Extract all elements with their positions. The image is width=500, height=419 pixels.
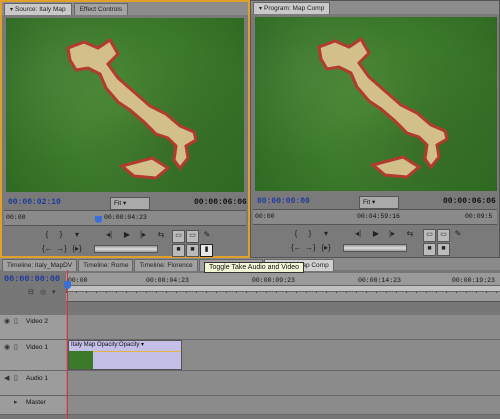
- mark-in-icon[interactable]: {: [42, 230, 52, 240]
- step-back-icon[interactable]: ◂|: [104, 230, 114, 240]
- source-viewer[interactable]: [6, 18, 244, 192]
- marker-icon[interactable]: ▾: [52, 288, 56, 296]
- program-current-timecode[interactable]: 00:00:00:00: [257, 197, 310, 206]
- italy-map-image: [317, 36, 449, 179]
- jog-shuttle[interactable]: [94, 245, 158, 253]
- source-current-timecode[interactable]: 00:00:02:10: [8, 198, 61, 207]
- track-header-video-1[interactable]: ◉ ▯ Video 1: [0, 340, 66, 371]
- source-playhead-marker[interactable]: [95, 216, 102, 223]
- lock-icon[interactable]: ▯: [14, 343, 18, 351]
- track-video-1[interactable]: Italy Map Opacity:Opacity ▾: [66, 340, 500, 371]
- track-name: Video 2: [26, 318, 48, 325]
- goto-out-icon[interactable]: →}: [305, 243, 316, 253]
- lock-icon[interactable]: ▯: [14, 317, 18, 325]
- track-header-master[interactable]: ▸ Master: [0, 396, 66, 415]
- tab-effect-controls[interactable]: Effect Controls: [73, 2, 129, 15]
- track-name: Video 1: [26, 344, 48, 351]
- lock-icon[interactable]: ▯: [14, 374, 18, 382]
- set-sequence-marker-icon[interactable]: ◎: [40, 288, 46, 296]
- play-in-out-icon[interactable]: {▸}: [72, 244, 82, 254]
- clip-thumbnail: [69, 351, 93, 369]
- italy-map-image: [66, 37, 198, 180]
- export-frame-icon[interactable]: ■: [437, 243, 450, 256]
- track-name: Audio 1: [26, 375, 49, 382]
- program-monitor-panel: ▾ Program: Map Comp 00:00:00:00 Fit ▾ 00:…: [250, 0, 500, 258]
- loop-icon[interactable]: ⇆: [156, 230, 166, 240]
- play-icon[interactable]: ▶: [371, 229, 381, 239]
- insert-icon[interactable]: ▭: [172, 230, 185, 243]
- eye-icon[interactable]: ◉: [4, 317, 10, 325]
- track-header-video-2[interactable]: ◉ ▯ Video 2: [0, 315, 66, 340]
- work-area-bar[interactable]: [66, 285, 500, 292]
- tab-timeline-rome[interactable]: Timeline: Rome: [78, 259, 134, 271]
- program-fit-select[interactable]: Fit ▾: [359, 196, 399, 209]
- set-marker-icon[interactable]: ▾: [321, 229, 331, 239]
- program-tabbar: ▾ Program: Map Comp: [251, 1, 499, 14]
- track-header-audio-1[interactable]: ◀ ▯ Audio 1: [0, 371, 66, 396]
- speaker-icon[interactable]: ◀: [4, 374, 9, 382]
- mark-in-icon[interactable]: {: [291, 229, 301, 239]
- playhead-handle[interactable]: [64, 281, 71, 289]
- step-forward-icon[interactable]: |▸: [138, 230, 148, 240]
- program-viewer[interactable]: [255, 17, 497, 191]
- track-video-2[interactable]: [66, 315, 500, 340]
- track-name: Master: [26, 399, 46, 406]
- loop-icon[interactable]: ⇆: [405, 229, 415, 239]
- source-tabbar: ▾ Source: Italy Map Effect Controls: [2, 2, 248, 15]
- tooltip: Toggle Take Audio and Video: [204, 262, 305, 273]
- overlay-clip-icon[interactable]: ■: [186, 244, 199, 257]
- mark-out-icon[interactable]: }: [56, 230, 66, 240]
- source-duration-timecode: 00:00:06:06: [194, 198, 247, 207]
- tab-source-italy-map[interactable]: ▾ Source: Italy Map: [4, 2, 72, 15]
- overlay-icon[interactable]: ▭: [186, 230, 199, 243]
- set-marker-icon[interactable]: ▾: [72, 230, 82, 240]
- tab-menu-icon[interactable]: ▾: [10, 7, 13, 13]
- toggle-take-audio-video-icon[interactable]: ▮: [200, 244, 213, 257]
- timeline-playhead[interactable]: [67, 270, 68, 419]
- mark-out-icon[interactable]: }: [305, 229, 315, 239]
- tab-menu-icon[interactable]: ▾: [259, 6, 262, 12]
- tab-program-map-comp[interactable]: ▾ Program: Map Comp: [253, 1, 331, 14]
- step-forward-icon[interactable]: |▸: [387, 229, 397, 239]
- timeline-timecode[interactable]: 00:00:00:00: [4, 274, 60, 284]
- snap-icon[interactable]: ⊟: [28, 288, 34, 296]
- track-audio-1[interactable]: [66, 371, 500, 396]
- trim-icon[interactable]: ■: [423, 243, 436, 256]
- tab-timeline-florence[interactable]: Timeline: Florence: [134, 259, 198, 271]
- insert-clip-icon[interactable]: ■: [172, 244, 185, 257]
- track-master[interactable]: [66, 396, 500, 415]
- eye-icon[interactable]: ◉: [4, 343, 10, 351]
- clip-effect-label[interactable]: Opacity:Opacity: [97, 342, 139, 348]
- source-fit-select[interactable]: Fit ▾: [110, 197, 150, 210]
- program-time-ruler[interactable]: 00:00 00:04:59:16 00:09:5: [253, 209, 497, 225]
- source-monitor-panel: ▾ Source: Italy Map Effect Controls 00:00…: [0, 0, 250, 258]
- step-back-icon[interactable]: ◂|: [353, 229, 363, 239]
- extract-icon[interactable]: ▭: [437, 229, 450, 242]
- play-icon[interactable]: ▶: [122, 230, 132, 240]
- goto-in-icon[interactable]: {←: [291, 243, 302, 253]
- jog-shuttle[interactable]: [343, 244, 407, 252]
- source-time-ruler[interactable]: 00:00 00:00:04:23: [4, 210, 246, 226]
- play-in-out-icon[interactable]: {▸}: [321, 243, 331, 253]
- goto-out-icon[interactable]: →}: [56, 244, 67, 254]
- program-duration-timecode: 00:00:06:06: [443, 197, 496, 206]
- tab-timeline-italy-mapdv[interactable]: Timeline: Italy_MapDV: [2, 259, 78, 271]
- goto-in-icon[interactable]: {←: [42, 244, 53, 254]
- timeline-panel: Timeline: Italy_MapDV Timeline: Rome Tim…: [0, 258, 500, 419]
- output-icon[interactable]: ✎: [453, 229, 463, 239]
- output-icon[interactable]: ✎: [202, 230, 212, 240]
- clip-italy-map[interactable]: Italy Map Opacity:Opacity ▾: [68, 340, 182, 370]
- clip-label: Italy Map: [71, 342, 96, 348]
- lift-icon[interactable]: ▭: [423, 229, 436, 242]
- expand-icon[interactable]: ▸: [14, 398, 18, 406]
